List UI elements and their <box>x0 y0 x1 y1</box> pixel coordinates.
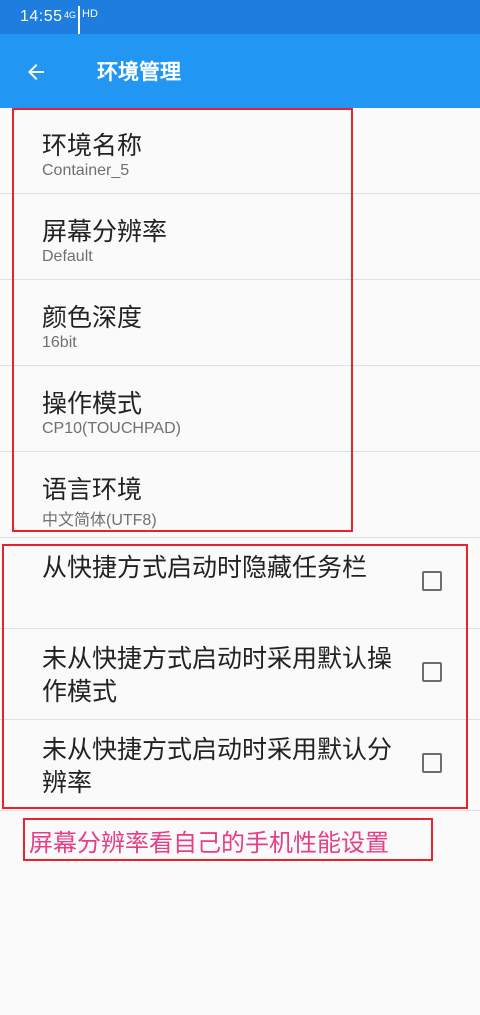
setting-value: 16bit <box>42 334 77 351</box>
status-bar: 14:55 4G HD <box>0 0 480 40</box>
checkbox[interactable] <box>422 571 442 591</box>
checkbox-default-operation-mode[interactable]: 未从快捷方式启动时采用默认操作模式 <box>0 629 480 720</box>
setting-title: 颜色深度 <box>42 303 143 332</box>
setting-title: 屏幕分辨率 <box>42 217 168 246</box>
setting-title: 操作模式 <box>42 389 143 418</box>
checkbox[interactable] <box>422 662 442 682</box>
setting-operation-mode[interactable]: 操作模式 CP10(TOUCHPAD) <box>0 366 480 452</box>
setting-value: Default <box>42 248 93 265</box>
checkbox-label: 未从快捷方式启动时采用默认操作模式 <box>42 644 393 706</box>
setting-title: 语言环境 <box>42 475 143 504</box>
annotation-note: 屏幕分辨率看自己的手机性能设置 <box>23 818 433 861</box>
status-icons: 4G HD <box>64 6 98 40</box>
setting-value: CP10(TOUCHPAD) <box>42 420 181 437</box>
network-type-label: 4G <box>64 10 77 20</box>
checkbox[interactable] <box>422 753 442 773</box>
checkbox-label: 未从快捷方式启动时采用默认分辨率 <box>42 735 393 797</box>
app-bar: 环境管理 <box>0 34 480 108</box>
setting-screen-resolution[interactable]: 屏幕分辨率 Default <box>0 194 480 280</box>
hd-label: HD <box>82 8 98 20</box>
setting-environment-name[interactable]: 环境名称 Container_5 <box>0 108 480 194</box>
annotation-text: 屏幕分辨率看自己的手机性能设置 <box>29 829 389 857</box>
back-button[interactable] <box>18 54 54 90</box>
checkbox-default-resolution[interactable]: 未从快捷方式启动时采用默认分辨率 <box>0 720 480 811</box>
setting-language[interactable]: 语言环境 中文简体(UTF8) <box>0 452 480 538</box>
setting-value: Container_5 <box>42 162 130 179</box>
setting-title: 环境名称 <box>42 131 143 160</box>
arrow-left-icon <box>28 64 44 80</box>
signal-icon <box>78 6 81 40</box>
settings-list: 环境名称 Container_5 屏幕分辨率 Default 颜色深度 16bi… <box>0 108 480 811</box>
status-time: 14:55 <box>20 8 63 25</box>
page-title: 环境管理 <box>97 60 181 84</box>
setting-color-depth[interactable]: 颜色深度 16bit <box>0 280 480 366</box>
checkbox-label: 从快捷方式启动时隐藏任务栏 <box>42 553 368 582</box>
checkbox-hide-taskbar[interactable]: 从快捷方式启动时隐藏任务栏 <box>0 538 480 629</box>
setting-value: 中文简体(UTF8) <box>42 512 157 529</box>
